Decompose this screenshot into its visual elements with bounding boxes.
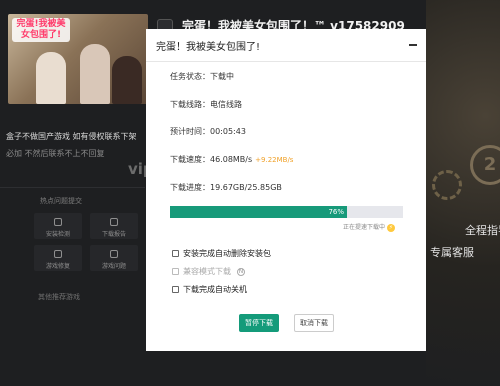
- eta-label: 预计时间：: [170, 127, 210, 136]
- tool-card[interactable]: 安装检测: [34, 213, 82, 239]
- minimize-icon[interactable]: [409, 44, 417, 46]
- download-speed-label: 下载速度：: [170, 155, 210, 164]
- tool-cards: 安装检测 下载报告 游戏修复 游戏问题: [34, 213, 146, 273]
- related-games-label: 其他推荐游戏: [38, 293, 80, 301]
- info-icon[interactable]: N: [237, 267, 245, 276]
- auto-shutdown-checkbox[interactable]: 下载完成自动关机: [172, 284, 247, 295]
- tool-card[interactable]: 游戏修复: [34, 245, 82, 271]
- speedup-text: 正在提速下载中: [343, 224, 386, 231]
- hot-issues-label: 热点问题提交: [40, 197, 82, 205]
- download-progress-label: 下载进度：: [170, 183, 210, 192]
- speedup-status: 正在提速下载中 ⚡: [343, 222, 396, 232]
- checkbox-label: 安装完成自动删除安装包: [183, 249, 271, 258]
- checkbox-icon: [172, 268, 179, 275]
- question-icon: [110, 250, 118, 258]
- lightning-icon: ⚡: [387, 223, 396, 232]
- gear-icon: [432, 170, 462, 200]
- compat-mode-checkbox[interactable]: 兼容模式下载 N: [172, 266, 245, 277]
- download-progress-row: 下载进度：19.67GB/25.85GB: [170, 182, 282, 193]
- eta-row: 预计时间：00:05:43: [170, 126, 246, 137]
- cancel-download-button[interactable]: 取消下载: [294, 314, 334, 332]
- tool-card[interactable]: 游戏问题: [90, 245, 138, 271]
- task-status-value: 下载中: [210, 72, 234, 81]
- checkbox-icon: [172, 286, 179, 293]
- task-status-label: 任务状态：: [170, 72, 210, 81]
- notice-line: 必加 不然后联系不上不回复: [6, 149, 105, 158]
- game-banner-image: 完蛋!我被美女包围了!: [8, 14, 148, 104]
- task-status-row: 任务状态：下载中: [170, 71, 234, 82]
- divider: [0, 187, 145, 188]
- tool-card-label: 游戏问题: [101, 263, 126, 270]
- download-progress-value: 19.67GB/25.85GB: [210, 183, 282, 192]
- checkbox-label: 下载完成自动关机: [183, 285, 247, 294]
- pause-download-button[interactable]: 暂停下载: [239, 314, 279, 332]
- download-icon: [110, 218, 118, 226]
- tool-card-label: 安装检测: [45, 231, 70, 238]
- dialog-header: 完蛋！我被美女包围了!: [146, 29, 426, 62]
- tool-card-label: 下载报告: [101, 231, 126, 238]
- game-logo: 完蛋!我被美女包围了!: [12, 18, 70, 42]
- tool-card[interactable]: 下载报告: [90, 213, 138, 239]
- progress-percent: 76%: [328, 208, 344, 216]
- speed-increase: +9.22MB/s: [255, 156, 294, 164]
- download-line-label: 下载线路：: [170, 100, 210, 109]
- dialog-title: 完蛋！我被美女包围了!: [156, 42, 261, 53]
- notice-line: 盒子不做国产游戏 如有侵权联系下架: [6, 132, 137, 141]
- checkbox-icon: [172, 250, 179, 257]
- auto-delete-checkbox[interactable]: 安装完成自动删除安装包: [172, 248, 271, 259]
- cart-icon: [54, 218, 62, 226]
- notice-text: 盒子不做国产游戏 如有侵权联系下架 必加 不然后联系不上不回复: [6, 130, 137, 160]
- eta-value: 00:05:43: [210, 127, 246, 136]
- download-line-row: 下载线路：电信线路: [170, 99, 242, 110]
- download-speed-value: 46.08MB/s: [210, 155, 253, 164]
- checkbox-label: 兼容模式下载: [183, 267, 231, 276]
- wrench-icon: [54, 250, 62, 258]
- download-dialog: 完蛋！我被美女包围了! 任务状态：下载中 下载线路：电信线路 预计时间：00:0…: [146, 29, 426, 351]
- support-label[interactable]: 专属客服: [430, 244, 474, 260]
- guide-label: 全程指导: [465, 224, 500, 237]
- progress-bar: 76%: [170, 206, 403, 218]
- download-line-value: 电信线路: [210, 100, 242, 109]
- download-speed-row: 下载速度：46.08MB/s +9.22MB/s: [170, 154, 293, 165]
- progress-bar-fill: [170, 206, 348, 218]
- tool-card-label: 游戏修复: [45, 263, 70, 270]
